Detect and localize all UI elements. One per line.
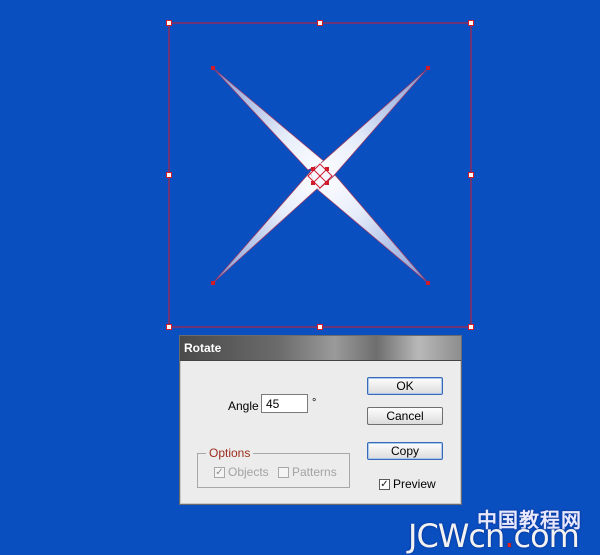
ok-button[interactable]: OK (367, 377, 443, 395)
handle-middle-left[interactable] (166, 172, 172, 178)
copy-button[interactable]: Copy (367, 442, 443, 460)
angle-input[interactable] (261, 394, 308, 413)
degree-symbol: ° (312, 397, 317, 409)
angle-label: Angle (228, 399, 259, 413)
handle-top-middle[interactable] (317, 20, 323, 26)
preview-option[interactable]: ✓ Preview (379, 477, 436, 491)
x-shape-arm-bottom-left (212, 171, 319, 284)
handle-middle-right[interactable] (468, 172, 474, 178)
patterns-checkbox[interactable] (278, 466, 289, 478)
watermark-en-a: JCWcn (408, 517, 505, 555)
handle-top-right[interactable] (468, 20, 474, 26)
objects-label: Objects (228, 465, 269, 479)
options-group: Options ✓ Objects Patterns (197, 446, 350, 488)
handle-bottom-left[interactable] (166, 324, 172, 330)
handle-bottom-right[interactable] (468, 324, 474, 330)
watermark-en-b: com (513, 517, 579, 555)
patterns-label: Patterns (292, 465, 337, 479)
cancel-button[interactable]: Cancel (367, 407, 443, 425)
x-shape[interactable] (211, 66, 430, 285)
patterns-option[interactable]: Patterns (278, 465, 337, 479)
objects-checkbox[interactable]: ✓ (214, 466, 225, 478)
handle-bottom-middle[interactable] (317, 324, 323, 330)
rotate-dialog: Rotate Angle ° OK Cancel Copy Options ✓ … (179, 335, 462, 505)
preview-checkbox[interactable]: ✓ (379, 478, 390, 490)
handle-top-left[interactable] (166, 20, 172, 26)
x-shape-arm-bottom-right (317, 174, 429, 284)
x-shape-arm-top-right (319, 67, 429, 181)
objects-option[interactable]: ✓ Objects (214, 465, 269, 479)
watermark-logo: JCWcn.com (408, 517, 580, 555)
x-shape-arm-top-left (212, 67, 326, 171)
dialog-title[interactable]: Rotate (180, 336, 461, 361)
options-legend: Options (206, 446, 254, 460)
preview-label: Preview (393, 477, 436, 491)
